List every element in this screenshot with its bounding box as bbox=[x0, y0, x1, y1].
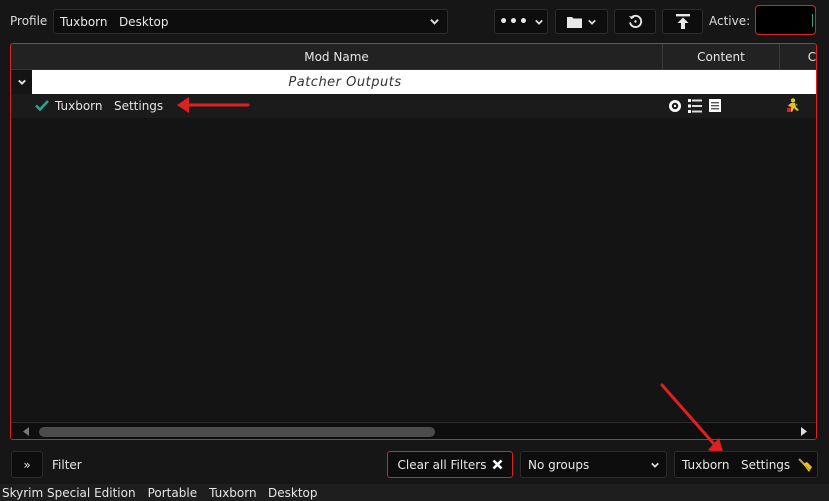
group-collapse-toggle[interactable] bbox=[11, 70, 32, 94]
profile-settings-button[interactable]: Tuxborn Settings bbox=[674, 451, 818, 478]
column-header-content[interactable]: Content bbox=[663, 44, 780, 69]
annotation-arrow-diagonal bbox=[656, 380, 728, 458]
folder-icon bbox=[567, 16, 582, 28]
expand-filters-button[interactable]: » bbox=[11, 451, 43, 478]
script-list-icon bbox=[688, 99, 702, 113]
sort-top-button[interactable] bbox=[662, 9, 703, 34]
enabled-check-icon[interactable] bbox=[35, 100, 49, 111]
filter-label: Filter bbox=[52, 458, 82, 472]
groups-select[interactable]: No groups bbox=[520, 451, 667, 478]
refresh-icon bbox=[628, 14, 643, 29]
status-mode: Portable bbox=[147, 485, 198, 500]
more-actions-button[interactable]: ••• bbox=[494, 9, 548, 34]
profile-select-value: Tuxborn Desktop bbox=[60, 14, 169, 29]
flag-runner-icon bbox=[786, 98, 800, 113]
active-counter-caret bbox=[812, 14, 813, 27]
broom-icon bbox=[797, 457, 813, 473]
active-label: Active: bbox=[709, 14, 751, 28]
mod-name: Tuxborn Settings bbox=[55, 99, 164, 113]
profile-select[interactable]: Tuxborn Desktop bbox=[53, 9, 448, 34]
arrow-up-bar-icon bbox=[675, 14, 690, 29]
ellipsis-icon: ••• bbox=[499, 13, 529, 30]
group-separator-row[interactable]: Patcher Outputs bbox=[32, 70, 816, 94]
status-profile: Tuxborn Desktop bbox=[209, 485, 318, 500]
column-header-mod-name[interactable]: Mod Name bbox=[11, 44, 663, 69]
group-separator-label: Patcher Outputs bbox=[288, 74, 402, 90]
profile-label: Profile bbox=[10, 14, 48, 28]
plugin-disc-icon bbox=[668, 99, 682, 113]
mod-list-header: Mod Name Content C bbox=[11, 44, 816, 70]
scroll-right-button[interactable] bbox=[801, 427, 808, 436]
ini-file-icon bbox=[708, 98, 722, 113]
open-folder-button[interactable] bbox=[555, 9, 608, 34]
refresh-button[interactable] bbox=[614, 9, 656, 34]
status-bar: Skyrim Special Edition Portable Tuxborn … bbox=[0, 484, 829, 501]
status-game: Skyrim Special Edition bbox=[2, 485, 136, 500]
chevron-down-icon bbox=[588, 18, 596, 26]
scroll-left-button[interactable] bbox=[23, 427, 30, 436]
close-icon bbox=[492, 459, 503, 470]
column-header-truncated[interactable]: C bbox=[780, 44, 816, 69]
chevron-down-icon bbox=[535, 18, 543, 26]
chevron-down-icon bbox=[651, 461, 659, 469]
chevron-down-icon bbox=[17, 78, 26, 86]
scrollbar-thumb[interactable] bbox=[39, 427, 435, 437]
mod-row[interactable]: Tuxborn Settings bbox=[11, 94, 816, 118]
active-counter bbox=[755, 5, 816, 35]
chevron-down-icon bbox=[430, 17, 439, 26]
annotation-arrow-left bbox=[176, 94, 250, 116]
clear-filters-button[interactable]: Clear all Filters bbox=[387, 451, 513, 478]
